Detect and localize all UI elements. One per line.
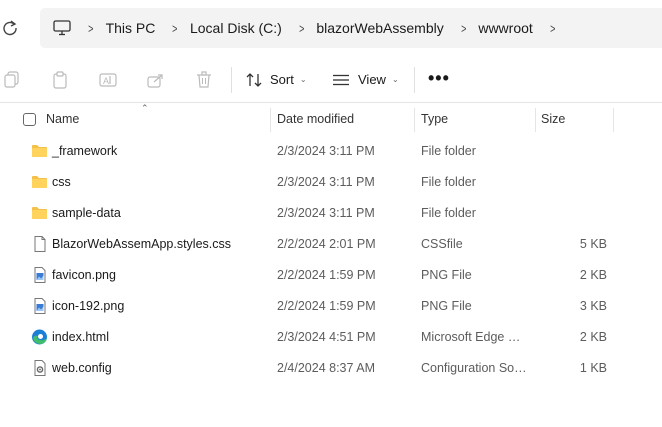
more-options-button[interactable]: •••	[428, 68, 450, 89]
file-date: 2/3/2024 4:51 PM	[277, 330, 376, 344]
chevron-right-icon[interactable]: >	[173, 21, 178, 36]
file-name: _framework	[52, 144, 118, 158]
folder-icon	[31, 143, 48, 159]
file-name: sample-data	[52, 206, 121, 220]
view-list-icon	[333, 74, 349, 86]
file-name: favicon.png	[52, 268, 116, 282]
sort-icon	[246, 72, 262, 88]
refresh-icon[interactable]	[2, 19, 18, 37]
config-file-icon	[31, 360, 48, 376]
share-icon[interactable]	[146, 70, 166, 90]
chevron-right-icon[interactable]: >	[88, 21, 93, 36]
delete-icon[interactable]	[194, 70, 214, 90]
view-button[interactable]: View ⌄	[333, 72, 399, 87]
file-name: BlazorWebAssemApp.styles.css	[52, 237, 231, 251]
file-type: PNG File	[421, 268, 472, 282]
image-file-icon	[31, 298, 48, 314]
folder-icon	[31, 174, 48, 190]
file-date: 2/3/2024 3:11 PM	[277, 206, 375, 220]
list-item[interactable]: sample-data 2/3/2024 3:11 PM File folder	[0, 198, 662, 229]
edge-icon	[31, 329, 48, 345]
breadcrumb[interactable]: > This PC > Local Disk (C:) > blazorWebA…	[40, 8, 662, 48]
list-item[interactable]: web.config 2/4/2024 8:37 AM Configuratio…	[0, 353, 662, 384]
command-bar: A Sort ⌄ View ⌄ •••	[0, 57, 662, 103]
list-item[interactable]: css 2/3/2024 3:11 PM File folder	[0, 167, 662, 198]
file-type: File folder	[421, 175, 476, 189]
file-type: CSSfile	[421, 237, 463, 251]
file-type: Microsoft Edge H...	[421, 330, 527, 344]
chevron-right-icon[interactable]: >	[299, 21, 304, 36]
file-name: icon-192.png	[52, 299, 125, 313]
svg-text:A: A	[103, 76, 109, 86]
chevron-right-icon[interactable]: >	[550, 21, 555, 36]
file-name: css	[52, 175, 71, 189]
toolbar-divider	[414, 66, 415, 93]
image-file-icon	[31, 267, 48, 283]
list-item[interactable]: BlazorWebAssemApp.styles.css 2/2/2024 2:…	[0, 229, 662, 260]
list-item[interactable]: favicon.png 2/2/2024 1:59 PM PNG File 2 …	[0, 260, 662, 291]
list-item[interactable]: icon-192.png 2/2/2024 1:59 PM PNG File 3…	[0, 291, 662, 322]
file-date: 2/2/2024 2:01 PM	[277, 237, 376, 251]
file-name: index.html	[52, 330, 109, 344]
select-all-checkbox[interactable]	[23, 113, 36, 126]
rename-icon[interactable]: A	[98, 70, 118, 90]
file-date: 2/3/2024 3:11 PM	[277, 175, 375, 189]
sort-label: Sort	[270, 72, 294, 87]
breadcrumb-item-wwwroot[interactable]: wwwroot	[478, 20, 532, 36]
file-date: 2/2/2024 1:59 PM	[277, 299, 376, 313]
address-row: > This PC > Local Disk (C:) > blazorWebA…	[0, 0, 662, 57]
file-date: 2/3/2024 3:11 PM	[277, 144, 375, 158]
breadcrumb-item-local-disk[interactable]: Local Disk (C:)	[190, 20, 282, 36]
sort-button[interactable]: Sort ⌄	[246, 72, 307, 88]
list-item[interactable]: _framework 2/3/2024 3:11 PM File folder	[0, 136, 662, 167]
column-name[interactable]: Name	[40, 104, 270, 134]
file-size: 3 KB	[579, 299, 607, 313]
file-date: 2/4/2024 8:37 AM	[277, 361, 375, 375]
file-size: 5 KB	[579, 237, 607, 251]
file-size: 1 KB	[579, 361, 607, 375]
file-type: Configuration Sou...	[421, 361, 527, 375]
folder-icon	[31, 205, 48, 221]
column-size[interactable]: Size	[535, 104, 613, 134]
breadcrumb-item-blazor[interactable]: blazorWebAssembly	[316, 20, 443, 36]
document-icon	[31, 236, 48, 252]
copy-icon[interactable]	[2, 70, 22, 90]
toolbar-divider	[231, 66, 232, 93]
file-type: File folder	[421, 206, 476, 220]
file-list: _framework 2/3/2024 3:11 PM File folder …	[0, 136, 662, 384]
column-type[interactable]: Type	[415, 104, 535, 134]
chevron-right-icon[interactable]: >	[461, 21, 466, 36]
column-date-modified[interactable]: Date modified	[271, 104, 414, 134]
column-divider[interactable]	[613, 108, 614, 132]
file-size: 2 KB	[579, 268, 607, 282]
file-size: 2 KB	[579, 330, 607, 344]
breadcrumb-item-this-pc[interactable]: This PC	[106, 20, 156, 36]
chevron-down-icon: ⌄	[299, 75, 307, 84]
file-name: web.config	[52, 361, 112, 375]
view-label: View	[358, 72, 386, 87]
file-type: PNG File	[421, 299, 472, 313]
file-date: 2/2/2024 1:59 PM	[277, 268, 376, 282]
file-type: File folder	[421, 144, 476, 158]
chevron-down-icon: ⌄	[391, 75, 399, 84]
column-header: Name Date modified Type Size	[0, 104, 662, 134]
list-item[interactable]: index.html 2/3/2024 4:51 PM Microsoft Ed…	[0, 322, 662, 353]
computer-icon	[53, 20, 71, 36]
paste-icon[interactable]	[50, 70, 70, 90]
